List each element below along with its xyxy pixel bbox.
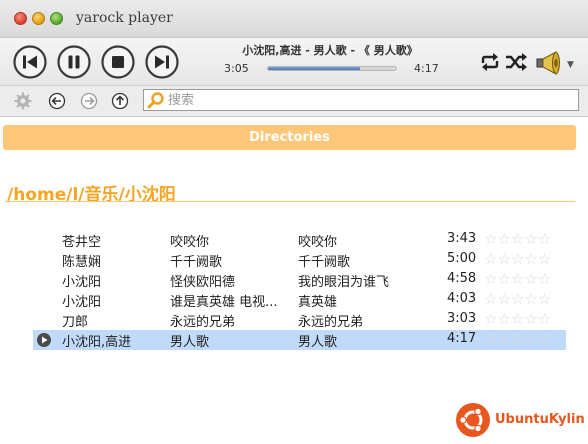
track-row-now-playing[interactable]: 小沈阳,高进 男人歌 男人歌 4:17 ☆☆☆☆☆ <box>33 330 566 350</box>
seek-slider-fill <box>268 67 361 70</box>
speaker-icon[interactable] <box>536 51 566 75</box>
now-playing-title: 小沈阳,高进 - 男人歌 - 《 男人歌》 <box>242 44 418 57</box>
previous-icon <box>13 45 47 79</box>
now-playing-icon <box>37 333 51 347</box>
section-header: Directories <box>3 125 576 150</box>
rating-stars[interactable]: ☆☆☆☆☆ <box>484 271 551 288</box>
track-duration: 3:43 <box>447 231 477 246</box>
up-icon[interactable] <box>111 92 129 110</box>
minimize-window-button[interactable] <box>32 12 45 25</box>
repeat-icon[interactable] <box>479 52 501 72</box>
track-row[interactable]: 苍井空 咬咬你 咬咬你 3:43 ☆☆☆☆☆ <box>33 230 566 251</box>
ubuntukylin-icon <box>456 403 490 437</box>
search-box[interactable] <box>143 89 579 111</box>
track-artist: 小沈阳 <box>62 295 102 310</box>
back-icon[interactable] <box>48 92 66 110</box>
previous-button[interactable] <box>13 45 47 79</box>
track-title: 真英雄 <box>298 295 338 310</box>
chevron-down-icon[interactable]: ▼ <box>567 60 574 70</box>
track-artist: 小沈阳 <box>62 275 102 290</box>
track-title: 我的眼泪为谁飞 <box>298 275 390 290</box>
track-duration: 4:03 <box>447 291 477 306</box>
path-divider <box>5 201 575 202</box>
search-input[interactable] <box>168 90 568 110</box>
track-album: 谁是真英雄 电视... <box>170 295 278 310</box>
ubuntukylin-logo: UbuntuKylin <box>455 400 585 440</box>
track-duration: 3:03 <box>447 311 477 326</box>
track-row[interactable]: 小沈阳 谁是真英雄 电视... 真英雄 4:03 ☆☆☆☆☆ <box>33 290 566 311</box>
seek-slider[interactable] <box>267 66 397 71</box>
rating-stars[interactable]: ☆☆☆☆☆ <box>484 291 551 308</box>
track-duration: 5:00 <box>447 251 477 266</box>
next-button[interactable] <box>145 45 179 79</box>
rating-stars[interactable]: ☆☆☆☆☆ <box>484 331 551 348</box>
track-album: 男人歌 <box>170 335 210 350</box>
track-artist: 小沈阳,高进 <box>62 335 132 350</box>
logo-text: UbuntuKylin <box>495 412 585 427</box>
shuffle-icon[interactable] <box>505 52 529 72</box>
next-icon <box>145 45 179 79</box>
rating-stars[interactable]: ☆☆☆☆☆ <box>484 231 551 248</box>
pause-button[interactable] <box>57 45 91 79</box>
track-album: 怪侠欧阳德 <box>170 275 236 290</box>
rating-stars[interactable]: ☆☆☆☆☆ <box>484 251 551 268</box>
forward-icon[interactable] <box>80 92 98 110</box>
track-album: 永远的兄弟 <box>170 315 236 330</box>
track-title: 咬咬你 <box>298 235 338 250</box>
track-artist: 陈慧娴 <box>62 255 102 270</box>
track-row[interactable]: 刀郎 永远的兄弟 永远的兄弟 3:03 ☆☆☆☆☆ <box>33 310 566 331</box>
track-row[interactable]: 小沈阳 怪侠欧阳德 我的眼泪为谁飞 4:58 ☆☆☆☆☆ <box>33 270 566 291</box>
elapsed-time: 3:05 <box>224 62 249 75</box>
pause-icon <box>57 45 91 79</box>
track-album: 咬咬你 <box>170 235 210 250</box>
track-album: 千千阙歌 <box>170 255 223 270</box>
stop-button[interactable] <box>101 45 135 79</box>
track-artist: 苍井空 <box>62 235 102 250</box>
window-title: yarock player <box>76 10 173 26</box>
search-icon <box>147 92 164 109</box>
rating-stars[interactable]: ☆☆☆☆☆ <box>484 311 551 328</box>
track-title: 永远的兄弟 <box>298 315 364 330</box>
total-time: 4:17 <box>414 62 439 75</box>
track-row[interactable]: 陈慧娴 千千阙歌 千千阙歌 5:00 ☆☆☆☆☆ <box>33 250 566 271</box>
track-duration: 4:58 <box>447 271 477 286</box>
track-title: 千千阙歌 <box>298 255 351 270</box>
stop-icon <box>101 45 135 79</box>
title-bar: yarock player <box>0 0 588 38</box>
settings-icon[interactable] <box>14 92 32 110</box>
track-list: 苍井空 咬咬你 咬咬你 3:43 ☆☆☆☆☆ 陈慧娴 千千阙歌 千千阙歌 5:0… <box>33 230 566 350</box>
track-artist: 刀郎 <box>62 315 89 330</box>
track-duration: 4:17 <box>447 331 477 346</box>
maximize-window-button[interactable] <box>50 12 63 25</box>
close-window-button[interactable] <box>14 12 27 25</box>
track-title: 男人歌 <box>298 335 338 350</box>
